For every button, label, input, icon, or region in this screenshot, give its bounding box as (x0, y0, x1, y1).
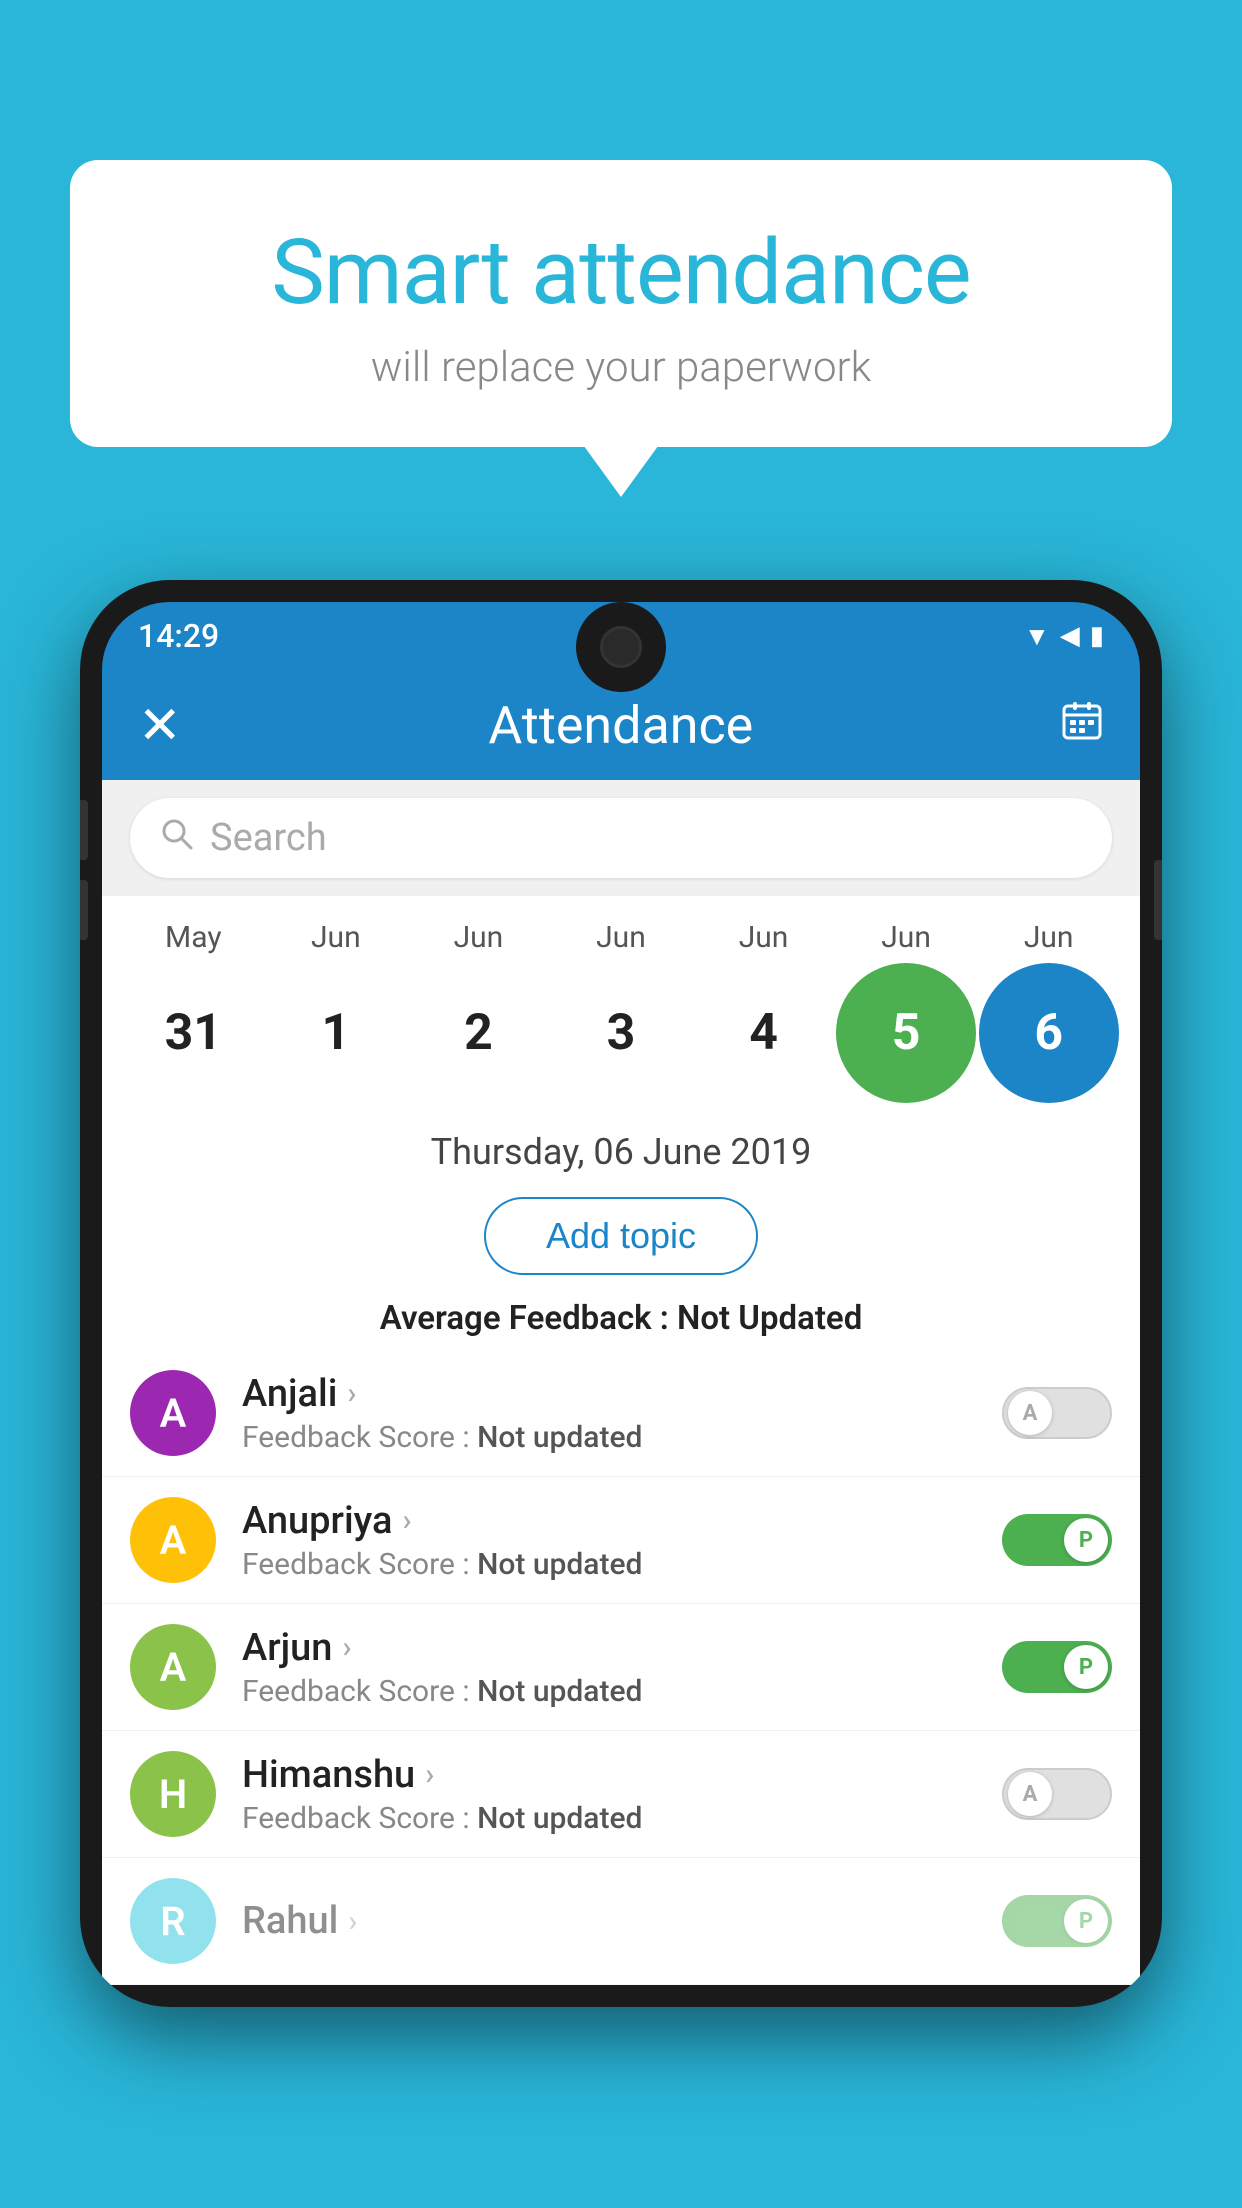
month-may: May (123, 920, 263, 955)
student-item-partial[interactable]: R Rahul › P (102, 1858, 1140, 1985)
search-bar[interactable]: Search (130, 798, 1112, 878)
student-name-himanshu: Himanshu › (242, 1753, 1002, 1797)
add-topic-button[interactable]: Add topic (484, 1197, 758, 1275)
date-31[interactable]: 31 (123, 963, 263, 1103)
search-icon (160, 817, 194, 860)
month-jun6: Jun (979, 920, 1119, 955)
feedback-arjun: Feedback Score : Not updated (242, 1674, 1002, 1709)
student-list: A Anjali › Feedback Score : Not updated … (102, 1350, 1140, 1985)
toggle-knob-himanshu: A (1008, 1772, 1052, 1816)
toggle-arjun[interactable]: P (1002, 1641, 1112, 1693)
search-placeholder: Search (210, 816, 327, 860)
volume-down-button (80, 880, 88, 940)
date-3[interactable]: 3 (551, 963, 691, 1103)
add-topic-container: Add topic (102, 1183, 1140, 1299)
close-button[interactable]: ✕ (138, 695, 182, 756)
student-info-anupriya: Anupriya › Feedback Score : Not updated (242, 1499, 1002, 1582)
avatar-arjun: A (130, 1624, 216, 1710)
chevron-icon: › (347, 1376, 356, 1411)
toggle-knob-anjali: A (1008, 1391, 1052, 1435)
student-info-partial: Rahul › (242, 1899, 1002, 1943)
status-icons: ▼ ◀ ▮ (1024, 621, 1104, 652)
student-item-anupriya[interactable]: A Anupriya › Feedback Score : Not update… (102, 1477, 1140, 1604)
student-name-partial: Rahul › (242, 1899, 1002, 1943)
calendar-row: May Jun Jun Jun Jun Jun Jun 31 1 2 3 4 5… (102, 896, 1140, 1113)
phone-screen: Search May Jun Jun Jun Jun Jun Jun 31 1 … (102, 780, 1140, 1985)
student-info-arjun: Arjun › Feedback Score : Not updated (242, 1626, 1002, 1709)
student-info-anjali: Anjali › Feedback Score : Not updated (242, 1372, 1002, 1455)
bubble-subtitle: will replace your paperwork (130, 343, 1112, 392)
date-6-selected[interactable]: 6 (979, 963, 1119, 1103)
phone-camera (600, 626, 642, 668)
status-time: 14:29 (138, 617, 219, 655)
student-item-himanshu[interactable]: H Himanshu › Feedback Score : Not update… (102, 1731, 1140, 1858)
avatar-partial: R (130, 1878, 216, 1964)
month-jun3: Jun (551, 920, 691, 955)
student-name-anjali: Anjali › (242, 1372, 1002, 1416)
feedback-anupriya: Feedback Score : Not updated (242, 1547, 1002, 1582)
chevron-icon: › (348, 1904, 357, 1939)
power-button (1154, 860, 1162, 940)
speech-bubble: Smart attendance will replace your paper… (70, 160, 1172, 447)
feedback-anjali: Feedback Score : Not updated (242, 1420, 1002, 1455)
bubble-title: Smart attendance (130, 220, 1112, 325)
phone-wrapper: 14:29 ▼ ◀ ▮ ✕ Attendance (80, 580, 1162, 2208)
avatar-himanshu: H (130, 1751, 216, 1837)
student-name-anupriya: Anupriya › (242, 1499, 1002, 1543)
avatar-anupriya: A (130, 1497, 216, 1583)
toggle-knob-anupriya: P (1064, 1518, 1108, 1562)
selected-date-label: Thursday, 06 June 2019 (102, 1113, 1140, 1183)
volume-up-button (80, 800, 88, 860)
toggle-knob-arjun: P (1064, 1645, 1108, 1689)
speech-bubble-wrapper: Smart attendance will replace your paper… (70, 160, 1172, 447)
wifi-icon: ▼ (1024, 621, 1050, 652)
feedback-himanshu: Feedback Score : Not updated (242, 1801, 1002, 1836)
month-jun4: Jun (694, 920, 834, 955)
date-2[interactable]: 2 (408, 963, 548, 1103)
toggle-partial[interactable]: P (1002, 1895, 1112, 1947)
battery-icon: ▮ (1090, 621, 1104, 651)
chevron-icon: › (425, 1757, 434, 1792)
toggle-anupriya[interactable]: P (1002, 1514, 1112, 1566)
search-bar-wrapper: Search (102, 780, 1140, 896)
average-feedback-label: Average Feedback : Not Updated (102, 1299, 1140, 1350)
chevron-icon: › (342, 1630, 351, 1665)
student-item-anjali[interactable]: A Anjali › Feedback Score : Not updated … (102, 1350, 1140, 1477)
date-row: 31 1 2 3 4 5 6 (122, 963, 1120, 1103)
month-jun5: Jun (836, 920, 976, 955)
calendar-icon[interactable] (1060, 698, 1104, 753)
month-jun2: Jun (408, 920, 548, 955)
date-1[interactable]: 1 (266, 963, 406, 1103)
toggle-himanshu[interactable]: A (1002, 1768, 1112, 1820)
month-jun1: Jun (266, 920, 406, 955)
student-item-arjun[interactable]: A Arjun › Feedback Score : Not updated P (102, 1604, 1140, 1731)
date-4[interactable]: 4 (694, 963, 834, 1103)
date-5-today[interactable]: 5 (836, 963, 976, 1103)
student-info-himanshu: Himanshu › Feedback Score : Not updated (242, 1753, 1002, 1836)
toggle-anjali[interactable]: A (1002, 1387, 1112, 1439)
app-bar-title: Attendance (212, 695, 1030, 756)
avatar-anjali: A (130, 1370, 216, 1456)
chevron-icon: › (402, 1503, 411, 1538)
month-row: May Jun Jun Jun Jun Jun Jun (122, 920, 1120, 955)
student-name-arjun: Arjun › (242, 1626, 1002, 1670)
phone-frame: 14:29 ▼ ◀ ▮ ✕ Attendance (80, 580, 1162, 2007)
app-bar: ✕ Attendance (102, 670, 1140, 780)
signal-icon: ◀ (1060, 621, 1080, 651)
toggle-knob-partial: P (1064, 1899, 1108, 1943)
